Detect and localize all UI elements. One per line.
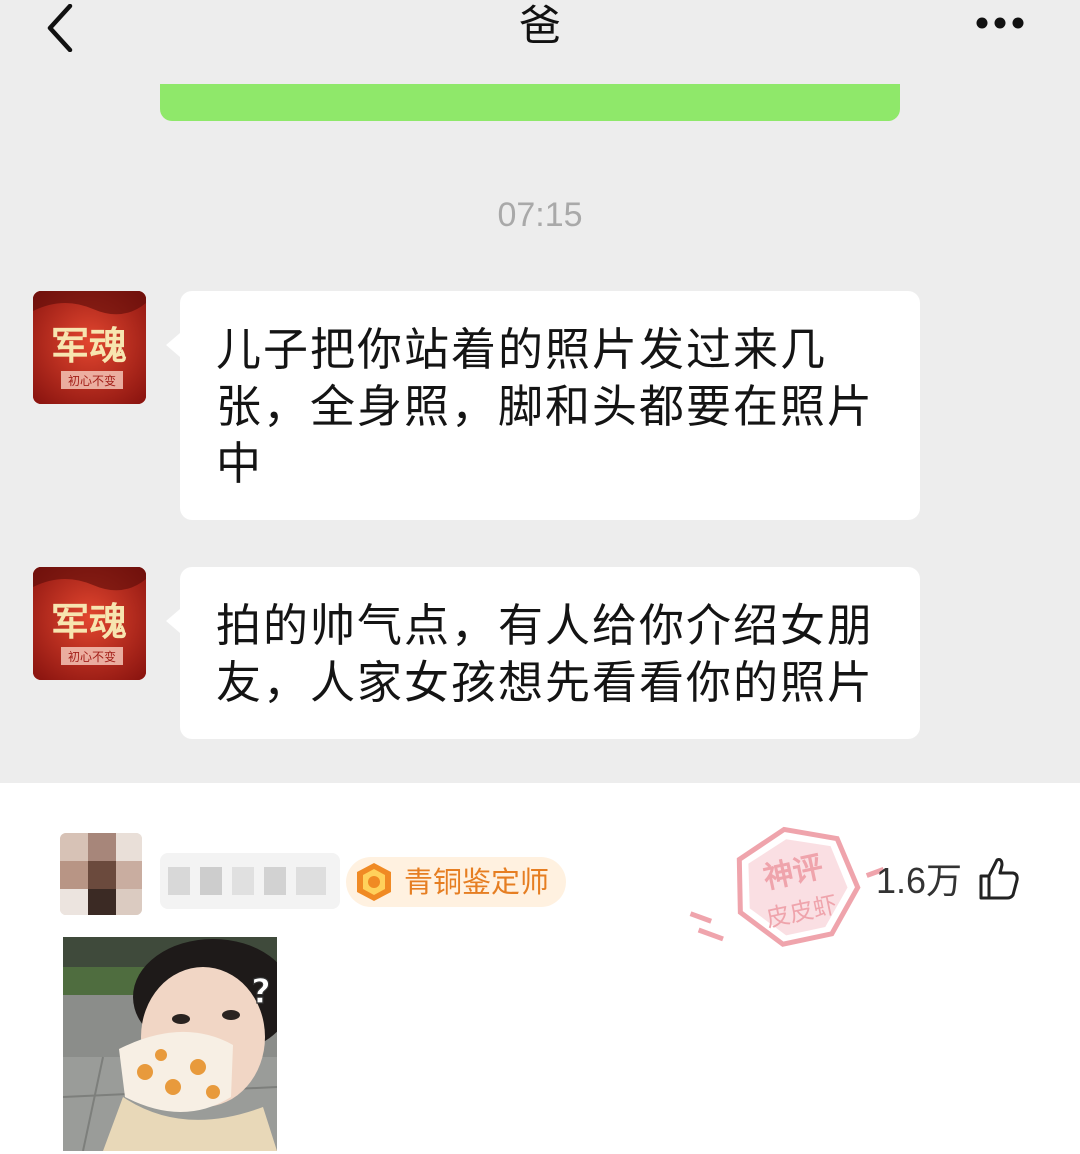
chat-screenshot: 爸 07:15 军魂 初心不变 儿子把你站着的照片发过来几张，全身照，脚和头都要… [0, 0, 1080, 783]
green-banner [160, 84, 900, 121]
selfie-image: ? [63, 937, 277, 1151]
message-timestamp: 07:15 [497, 196, 583, 234]
watermark-stamp: 神评 皮皮虾 [689, 826, 885, 947]
avatar-title: 军魂 [51, 599, 127, 644]
chat-title: 爸 [518, 1, 561, 50]
rank-badge[interactable]: 青铜鉴定师 [346, 857, 566, 907]
avatar-image: 军魂 初心不变 [33, 291, 146, 404]
more-dots-icon[interactable] [970, 10, 1030, 36]
message-bubble[interactable]: 拍的帅气点，有人给你介绍女朋友，人家女孩想先看看你的照片 [166, 567, 920, 739]
badge-medal-icon [357, 863, 391, 901]
like-count: 1.6万 [876, 860, 963, 901]
avatar-subtitle: 初心不变 [68, 373, 116, 388]
sender-avatar[interactable]: 军魂 初心不变 [33, 567, 146, 680]
sender-avatar[interactable]: 军魂 初心不变 [33, 291, 146, 404]
svg-text:?: ? [251, 972, 271, 1012]
avatar-image: 军魂 初心不变 [33, 567, 146, 680]
pixelated-avatar [60, 833, 142, 915]
blurred-name-image [160, 853, 340, 909]
avatar-subtitle: 初心不变 [68, 649, 116, 664]
blurred-username[interactable] [160, 853, 340, 909]
message-text: 拍的帅气点，有人给你介绍女朋友，人家女孩想先看看你的照片 [216, 599, 875, 709]
message-text: 儿子把你站着的照片发过来几张，全身照，脚和头都要在照片中 [216, 323, 875, 490]
thumbs-up-icon[interactable] [978, 856, 1020, 902]
message-bubble[interactable]: 儿子把你站着的照片发过来几张，全身照，脚和头都要在照片中 [166, 291, 920, 520]
chat-header: 爸 [0, 0, 1080, 86]
badge-label: 青铜鉴定师 [404, 865, 550, 899]
avatar-title: 军魂 [51, 323, 127, 368]
comment-photo[interactable]: ? [63, 937, 277, 1151]
commenter-avatar[interactable] [60, 833, 142, 915]
